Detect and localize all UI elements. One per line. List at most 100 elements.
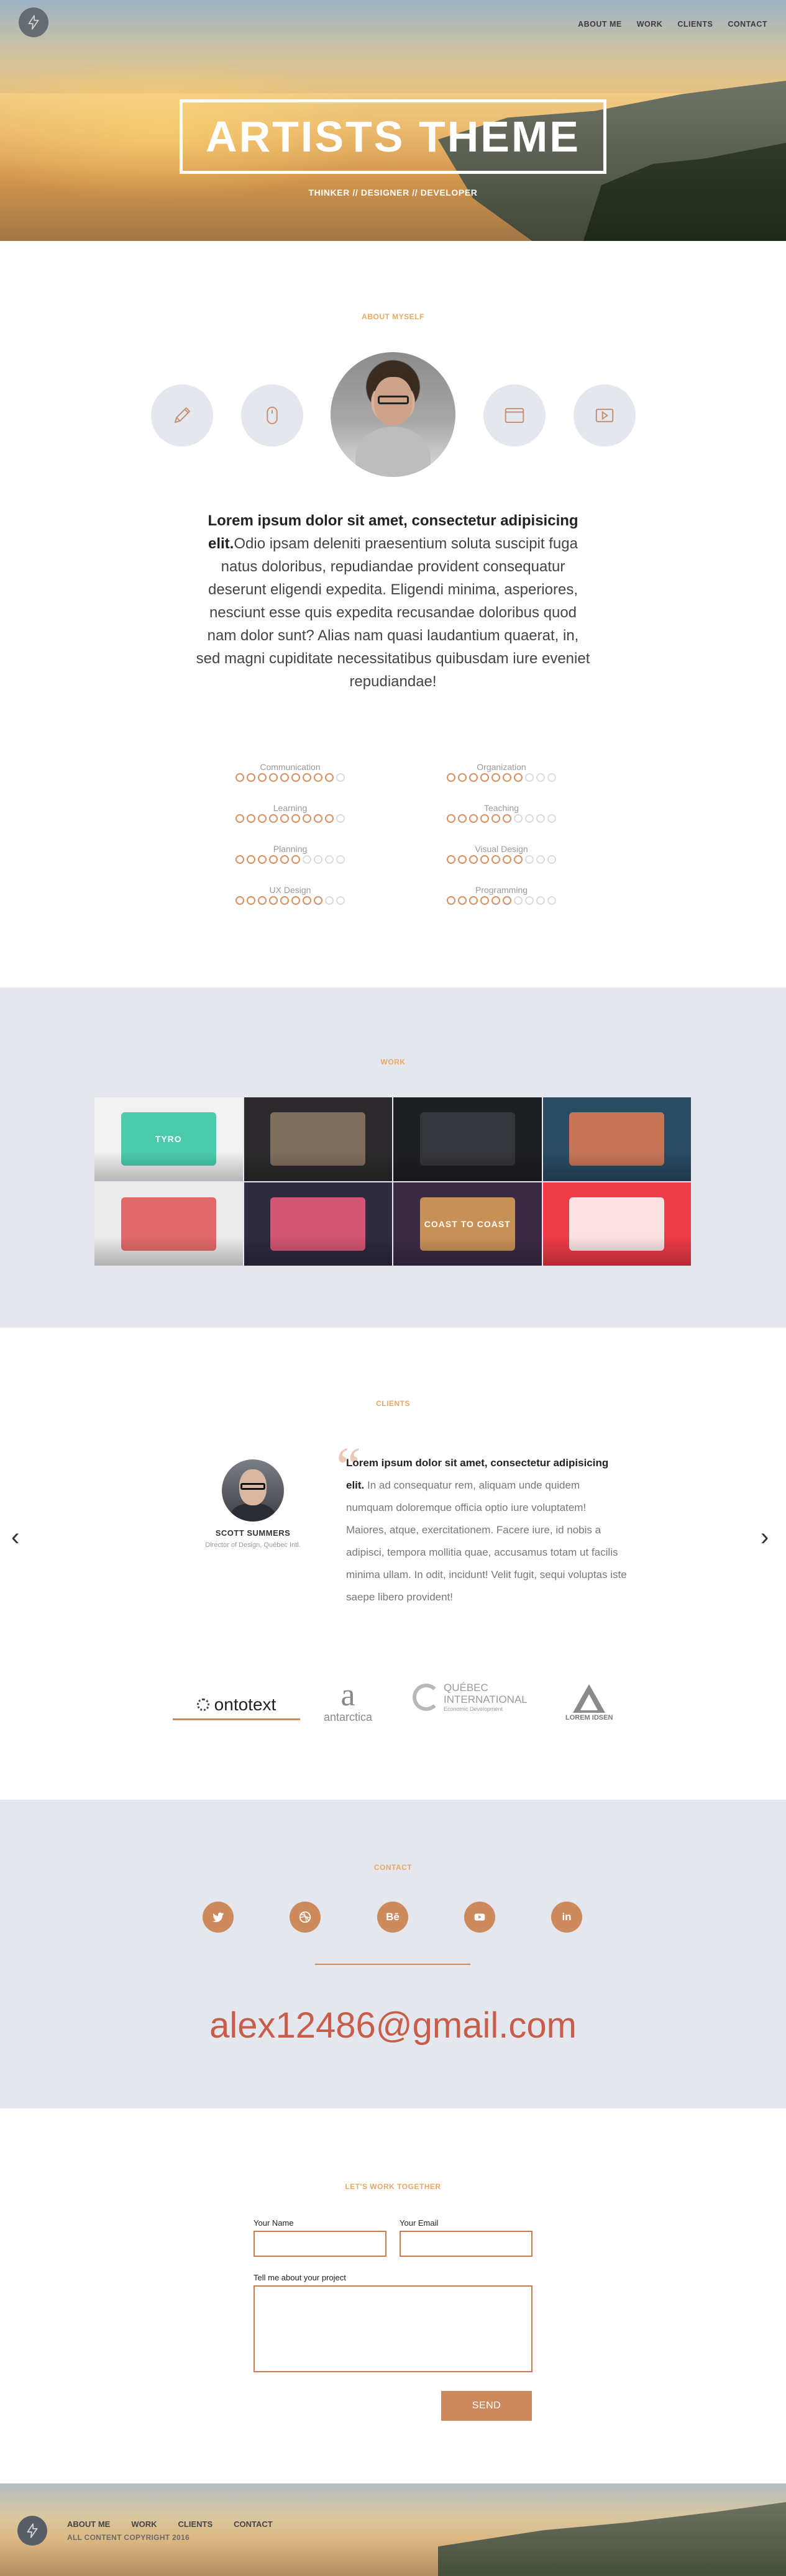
skill-rating	[222, 814, 359, 823]
linkedin-icon[interactable]: in	[551, 1902, 582, 1933]
rating-dot	[314, 896, 322, 905]
rating-dot	[491, 814, 500, 823]
logo-lorem[interactable]: LOREM IDSEN	[565, 1683, 613, 1721]
name-field-label: Your Name	[254, 2218, 294, 2228]
ontotext-text: ontotext	[214, 1694, 276, 1714]
rating-dot	[291, 896, 300, 905]
hero-subtitle: THINKER // DESIGNER // DEVELOPER	[308, 188, 478, 197]
rating-dot	[247, 773, 255, 782]
client-glasses	[240, 1483, 265, 1490]
project-textarea[interactable]	[254, 2285, 532, 2372]
footer-nav-about-me[interactable]: ABOUT ME	[67, 2519, 110, 2529]
rating-dot	[235, 896, 244, 905]
work-section-label: WORK	[380, 1058, 406, 1066]
rating-dot	[325, 896, 334, 905]
rating-dot	[269, 773, 278, 782]
tile-shadow	[393, 1151, 542, 1181]
skill-planning: Planning	[222, 844, 359, 864]
client-role: Director of Design, Québec Intl.	[205, 1541, 301, 1549]
hero-title: ARTISTS THEME	[180, 99, 606, 174]
work-tile-keyboard[interactable]	[393, 1097, 542, 1181]
skill-name: Teaching	[483, 803, 519, 813]
rating-dot	[235, 773, 244, 782]
rating-dot	[258, 896, 267, 905]
skill-ux-design: UX Design	[222, 885, 359, 905]
rating-dot	[547, 896, 556, 905]
quote-body: In ad consequatur rem, aliquam unde quid…	[346, 1479, 627, 1603]
tile-caption: COAST TO COAST	[424, 1218, 511, 1229]
behance-text: Bē	[386, 1911, 400, 1923]
footer-cliff	[438, 2502, 786, 2576]
rating-dot	[336, 855, 345, 864]
rating-dot	[458, 855, 467, 864]
work-tile-red-charts[interactable]	[94, 1182, 243, 1266]
footer-nav-clients[interactable]: CLIENTS	[178, 2519, 213, 2529]
tile-shadow	[542, 1236, 691, 1266]
rating-dot	[336, 814, 345, 823]
dribbble-icon[interactable]	[290, 1902, 321, 1933]
next-arrow-icon[interactable]: ›	[761, 1525, 769, 1549]
footer-nav-contact[interactable]: CONTACT	[234, 2519, 273, 2529]
footer: ABOUT ME WORK CLIENTS CONTACT ALL CONTEN…	[0, 2483, 786, 2576]
skill-visual-design: Visual Design	[433, 844, 570, 864]
rating-dot	[336, 896, 345, 905]
logo-antarctica[interactable]: a antarctica	[324, 1679, 373, 1724]
rating-dot	[291, 855, 300, 864]
logo-quebec[interactable]: QUÉBEC INTERNATIONAL Economic Developmen…	[413, 1682, 528, 1713]
rating-dot	[491, 773, 500, 782]
rating-dot	[525, 896, 534, 905]
lorem-triangle-icon	[573, 1684, 606, 1713]
work-tile-pink-app[interactable]	[244, 1182, 392, 1266]
work-tile-coast-poster[interactable]: COAST TO COAST	[393, 1182, 542, 1266]
twitter-icon[interactable]	[203, 1902, 234, 1933]
client-avatar	[222, 1459, 284, 1522]
skill-rating	[222, 855, 359, 864]
skill-rating	[433, 896, 570, 905]
work-section: WORK TYRO COAST TO COAST	[0, 987, 786, 1328]
nav-clients[interactable]: CLIENTS	[677, 20, 713, 29]
profile-glasses	[378, 396, 409, 404]
youtube-icon[interactable]	[464, 1902, 495, 1933]
rating-dot	[536, 896, 545, 905]
work-tile-red-icons[interactable]	[542, 1182, 691, 1266]
client-suit	[231, 1503, 275, 1522]
profile-photo	[331, 352, 455, 477]
skill-rating	[433, 773, 570, 782]
email-input[interactable]	[400, 2231, 532, 2257]
video-play-icon	[574, 384, 636, 447]
nav-work[interactable]: WORK	[637, 20, 663, 29]
name-input[interactable]	[254, 2231, 386, 2257]
nav-contact[interactable]: CONTACT	[728, 20, 767, 29]
footer-nav-work[interactable]: WORK	[131, 2519, 157, 2529]
rating-dot	[303, 773, 311, 782]
skill-programming: Programming	[433, 885, 570, 905]
rating-dot	[280, 855, 289, 864]
rating-dot	[258, 814, 267, 823]
work-tile-dark-site[interactable]	[244, 1097, 392, 1181]
footer-logo-bolt-icon[interactable]	[17, 2516, 47, 2546]
nav-about-me[interactable]: ABOUT ME	[578, 20, 622, 29]
rating-dot	[314, 855, 322, 864]
skill-rating	[433, 814, 570, 823]
antarctica-text: antarctica	[324, 1711, 373, 1723]
rating-dot	[280, 896, 289, 905]
prev-arrow-icon[interactable]: ‹	[11, 1525, 19, 1549]
logo-ontotext[interactable]: ontotext	[173, 1695, 300, 1720]
client-logos: ontotext a antarctica QUÉBEC INTERNATION…	[0, 1671, 786, 1733]
tile-shadow	[542, 1151, 691, 1181]
rating-dot	[503, 814, 511, 823]
rating-dot	[525, 814, 534, 823]
rating-dot	[480, 855, 489, 864]
contact-email-link[interactable]: alex12486@gmail.com	[0, 2005, 786, 2046]
logo-bolt-icon[interactable]	[19, 7, 48, 37]
lorem-text: LOREM IDSEN	[565, 1714, 613, 1721]
work-tile-tyro-app[interactable]: TYRO	[94, 1097, 243, 1181]
rating-dot	[325, 814, 334, 823]
hero-section: ABOUT ME WORK CLIENTS CONTACT ARTISTS TH…	[0, 0, 786, 241]
work-tile-phone-ui[interactable]	[542, 1097, 691, 1181]
contact-section: CONTACT Bē in alex12486@gmail.com	[0, 1800, 786, 2108]
rating-dot	[447, 814, 455, 823]
send-button[interactable]: SEND	[441, 2391, 532, 2421]
rating-dot	[258, 855, 267, 864]
behance-icon[interactable]: Bē	[377, 1902, 408, 1933]
